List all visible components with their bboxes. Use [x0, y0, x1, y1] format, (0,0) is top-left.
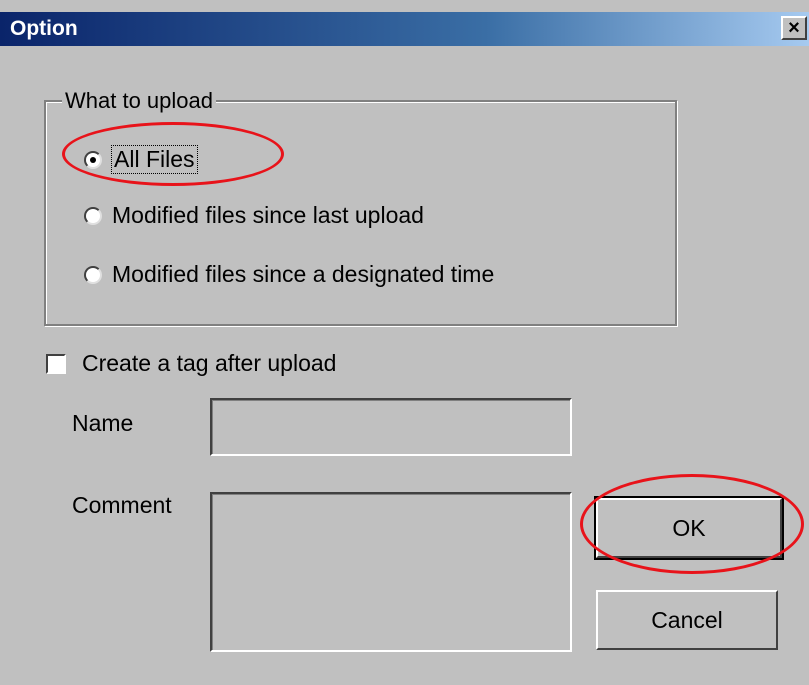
- radio-modified-since-time[interactable]: Modified files since a designated time: [84, 261, 494, 288]
- create-tag-checkbox-row[interactable]: Create a tag after upload: [46, 350, 336, 377]
- radio-modified-since-time-label: Modified files since a designated time: [112, 261, 495, 287]
- close-icon: ×: [788, 17, 800, 39]
- radio-all-files-label: All Files: [111, 145, 198, 174]
- radio-icon[interactable]: [84, 265, 102, 284]
- radio-all-files[interactable]: All Files: [84, 145, 198, 174]
- upload-group-legend: What to upload: [62, 88, 216, 114]
- cancel-button[interactable]: Cancel: [596, 590, 778, 650]
- name-field[interactable]: [210, 398, 572, 456]
- create-tag-checkbox[interactable]: [46, 353, 66, 374]
- comment-label: Comment: [72, 492, 172, 518]
- cancel-button-label: Cancel: [651, 606, 723, 633]
- name-label: Name: [72, 410, 134, 436]
- radio-modified-since-last[interactable]: Modified files since last upload: [84, 202, 424, 229]
- option-dialog: Option × What to upload All Files Modifi…: [0, 0, 809, 685]
- title-bar[interactable]: Option ×: [0, 12, 809, 46]
- radio-modified-since-last-label: Modified files since last upload: [112, 202, 424, 228]
- ok-button[interactable]: OK: [594, 496, 784, 560]
- close-button[interactable]: ×: [781, 16, 807, 40]
- comment-field[interactable]: [210, 492, 572, 652]
- dialog-title: Option: [10, 17, 78, 40]
- create-tag-label: Create a tag after upload: [82, 350, 337, 376]
- ok-button-label: OK: [672, 514, 706, 541]
- radio-icon-checked[interactable]: [84, 150, 102, 169]
- radio-icon[interactable]: [84, 206, 102, 225]
